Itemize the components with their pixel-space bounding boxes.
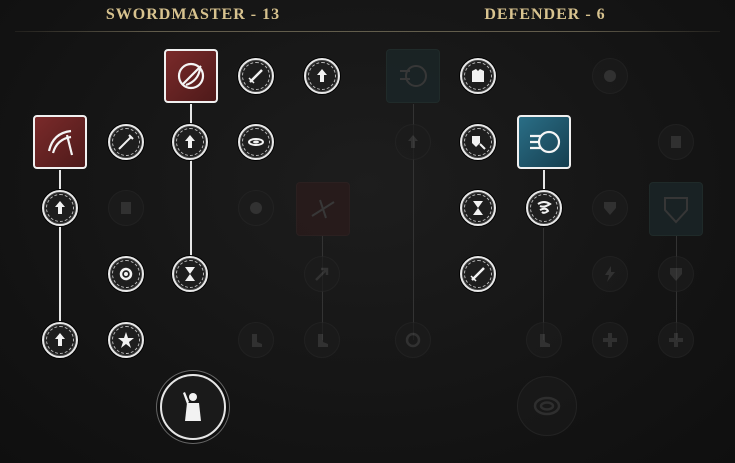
swirl-icon [250,202,262,214]
boot-icon [540,334,550,347]
skill-sword-strike-defender[interactable] [460,256,496,292]
hourglass-icon [473,201,483,215]
hourglass-down-icon [185,267,195,281]
skill-locked[interactable] [395,322,431,358]
skill-tornado[interactable] [526,190,562,226]
skill-locked[interactable] [592,58,628,94]
skill-locked[interactable] [238,322,274,358]
skill-locked[interactable] [108,190,144,226]
shield-icon [604,202,616,215]
skill-locked[interactable] [238,190,274,226]
shield-slash-icon [671,136,681,148]
skill-sword-upgrade[interactable] [108,124,144,160]
shield-rush-icon [530,130,561,154]
skill-locked[interactable] [658,124,694,160]
skill-gear-burst[interactable] [108,256,144,292]
whirlwind-icon [248,138,264,146]
health-plus-icon [603,333,617,347]
large-shield-icon [664,197,688,224]
shield-ring-icon [533,396,561,416]
sword-icon [118,134,134,150]
skill-locked[interactable] [592,190,628,226]
swirl-icon [604,70,616,82]
triumphant-warrior-icon [183,392,201,421]
arrow-up-burst-icon [408,135,418,148]
skill-locked[interactable] [395,124,431,160]
sword-slash-icon [177,62,205,90]
arrow-up-burst-icon [55,333,65,346]
skill-locked[interactable] [304,322,340,358]
chest-armor-icon [472,69,484,82]
swordmaster-tree-title: SWORDMASTER - 13 [105,6,281,23]
skill-empower-2[interactable] [42,190,78,226]
axe-icon [318,334,328,347]
sword-icon [470,267,485,282]
shield-axe-icon [472,136,486,150]
skill-locked[interactable] [592,256,628,292]
skill-active-locked[interactable] [649,182,703,236]
skill-ultimate-swordmaster[interactable] [160,374,226,440]
swirl-icon [405,332,421,348]
dash-strike-icon [311,199,335,219]
skill-active-blade-spin[interactable] [33,115,87,169]
shield-check-icon [670,268,682,281]
defender-tree-title: DEFENDER - 6 [484,6,606,23]
skill-locked[interactable] [658,256,694,292]
skill-active-shield-rush[interactable] [517,115,571,169]
skill-active-locked[interactable] [296,182,350,236]
skill-shield-axe[interactable] [460,124,496,160]
skill-empower-3[interactable] [42,322,78,358]
arrow-diagonal-icon [315,267,329,281]
arrow-up-burst-icon [55,201,65,214]
skill-cooldown[interactable] [460,190,496,226]
boot-icon [252,334,262,347]
skill-active-locked[interactable] [386,49,440,103]
book-icon [121,202,131,214]
lightning-icon [605,266,615,282]
skill-locked[interactable] [304,256,340,292]
skill-empower-1[interactable] [172,124,208,160]
skill-star-burst[interactable] [108,322,144,358]
skill-armor[interactable] [460,58,496,94]
sword-icon [248,69,263,84]
skill-locked[interactable] [526,322,562,358]
blade-spin-icon [47,129,74,156]
gear-burst-icon [119,267,133,281]
skill-sword-strike[interactable] [238,58,274,94]
skill-locked[interactable] [658,322,694,358]
skill-cooldown-down[interactable] [172,256,208,292]
skill-locked[interactable] [592,322,628,358]
arrow-up-burst-icon [185,135,195,148]
arrow-burst-icon [317,69,327,82]
star-burst-icon [118,332,134,348]
shield-bash-icon [400,65,427,87]
health-axe-icon [669,333,683,347]
skill-ultimate-defender[interactable] [517,376,577,436]
header-divider [15,31,720,32]
tornado-icon [537,201,552,214]
skill-whirl[interactable] [238,124,274,160]
skill-active-sword-slash[interactable] [164,49,218,103]
skill-empower-burst[interactable] [304,58,340,94]
